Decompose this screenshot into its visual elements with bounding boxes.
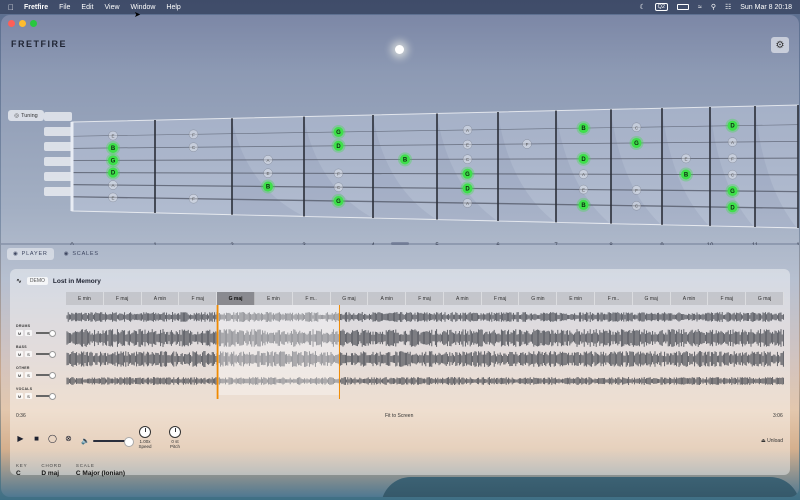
scale-value: C Major (Ionian) — [75, 470, 126, 477]
menu-view[interactable]: View — [104, 4, 119, 11]
clock[interactable]: Sun Mar 8 20:18 — [740, 4, 792, 11]
scale-info: SCALE C Major (Ionian) — [76, 463, 125, 477]
pitch-knob[interactable]: 0 st Pitch — [165, 426, 185, 449]
stop-button[interactable]: ■ — [32, 434, 41, 443]
waveform-area[interactable] — [1, 15, 799, 497]
speed-label: Speed — [138, 444, 152, 449]
play-button[interactable]: ▶ — [16, 434, 25, 443]
eject-icon: ⏏ — [761, 438, 766, 444]
search-icon[interactable]: ⚲ — [711, 3, 716, 11]
menu-file[interactable]: File — [59, 4, 70, 11]
key-label: KEY — [16, 463, 28, 468]
track-waveform[interactable] — [66, 377, 784, 385]
apple-icon[interactable]:  — [8, 3, 14, 12]
app-window: FRETFIRE ⚙ ◎ Tuning 012345678910111EBGDA… — [1, 15, 799, 497]
speaker-icon: 🔈 — [81, 438, 90, 445]
menu-help[interactable]: Help — [166, 4, 180, 11]
time-end: 3:06 — [773, 413, 783, 419]
pitch-label: Pitch — [169, 444, 180, 449]
status-badge[interactable]: Q2 — [654, 3, 668, 11]
track-waveform[interactable] — [66, 329, 784, 347]
menu-app-name[interactable]: Fretfire — [24, 4, 48, 11]
chord-info: CHORD D maj — [41, 463, 62, 477]
mouse-cursor: ➤ — [134, 10, 141, 19]
time-start: 0:36 — [16, 413, 26, 419]
loop-region[interactable] — [217, 305, 340, 395]
info-bar: KEY C CHORD D maj SCALE C Major (Ionian) — [16, 463, 125, 477]
speed-knob[interactable]: 1.00x Speed — [135, 426, 155, 449]
key-value: C — [16, 470, 21, 477]
unload-label: Unload — [767, 438, 783, 444]
track-waveform[interactable] — [66, 351, 784, 367]
menu-edit[interactable]: Edit — [81, 4, 93, 11]
chord-label: CHORD — [41, 463, 62, 468]
speed-dial[interactable] — [139, 426, 151, 438]
control-center-icon[interactable]: ☷ — [725, 3, 731, 11]
volume-track[interactable] — [92, 437, 134, 446]
chord-value: D maj — [41, 470, 60, 477]
unload-button[interactable]: ⏏ Unload — [761, 438, 783, 444]
scale-label: SCALE — [75, 463, 95, 468]
key-info: KEY C — [16, 463, 27, 477]
pitch-dial[interactable] — [169, 426, 181, 438]
moon-icon[interactable]: ☾ — [639, 3, 645, 11]
battery-icon[interactable] — [676, 4, 689, 10]
background-landscape — [381, 477, 799, 497]
loop-button[interactable]: ◯ — [48, 434, 57, 443]
transport-controls: ▶ ■ ◯ ⊗ — [16, 434, 73, 443]
fit-to-screen-button[interactable]: Fit to Screen — [385, 413, 413, 419]
track-waveform[interactable] — [66, 312, 784, 322]
menubar:  Fretfire File Edit View Window Help ☾ … — [0, 0, 800, 14]
wifi-icon[interactable]: ≈ — [698, 4, 702, 11]
volume-slider[interactable]: 🔈 — [81, 437, 134, 446]
clear-loop-button[interactable]: ⊗ — [64, 434, 73, 443]
